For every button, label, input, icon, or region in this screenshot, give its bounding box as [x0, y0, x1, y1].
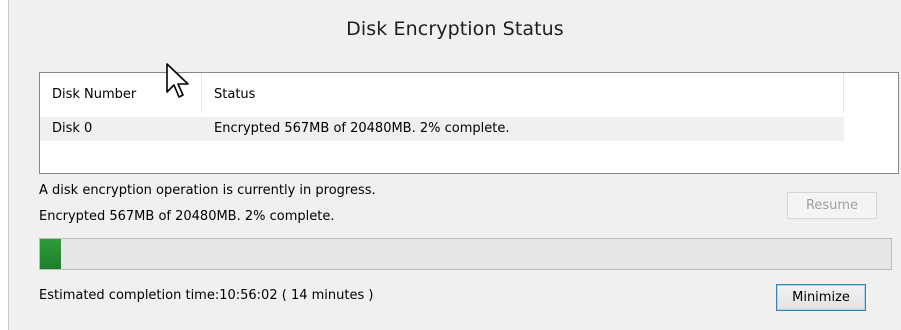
column-header-status[interactable]: Status — [202, 73, 844, 113]
progress-fill — [40, 239, 62, 269]
operation-status-text: A disk encryption operation is currently… — [39, 183, 376, 198]
progress-status-text: Encrypted 567MB of 20480MB. 2% complete. — [39, 209, 335, 224]
status-cell: Encrypted 567MB of 20480MB. 2% complete. — [214, 121, 510, 136]
disk-number-cell: Disk 0 — [52, 121, 93, 136]
encryption-progress-bar — [39, 238, 892, 270]
column-header-empty — [844, 73, 898, 113]
mouse-pointer-icon — [166, 63, 189, 98]
resume-button[interactable]: Resume — [787, 192, 877, 219]
encryption-status-window: Disk Encryption Status Disk Number Statu… — [8, 0, 901, 330]
estimated-completion-text: Estimated completion time:10:56:02 ( 14 … — [39, 288, 374, 303]
window-title: Disk Encryption Status — [346, 18, 564, 40]
minimize-button[interactable]: Minimize — [776, 284, 866, 311]
table-row[interactable]: Disk 0 Encrypted 567MB of 20480MB. 2% co… — [40, 117, 844, 141]
